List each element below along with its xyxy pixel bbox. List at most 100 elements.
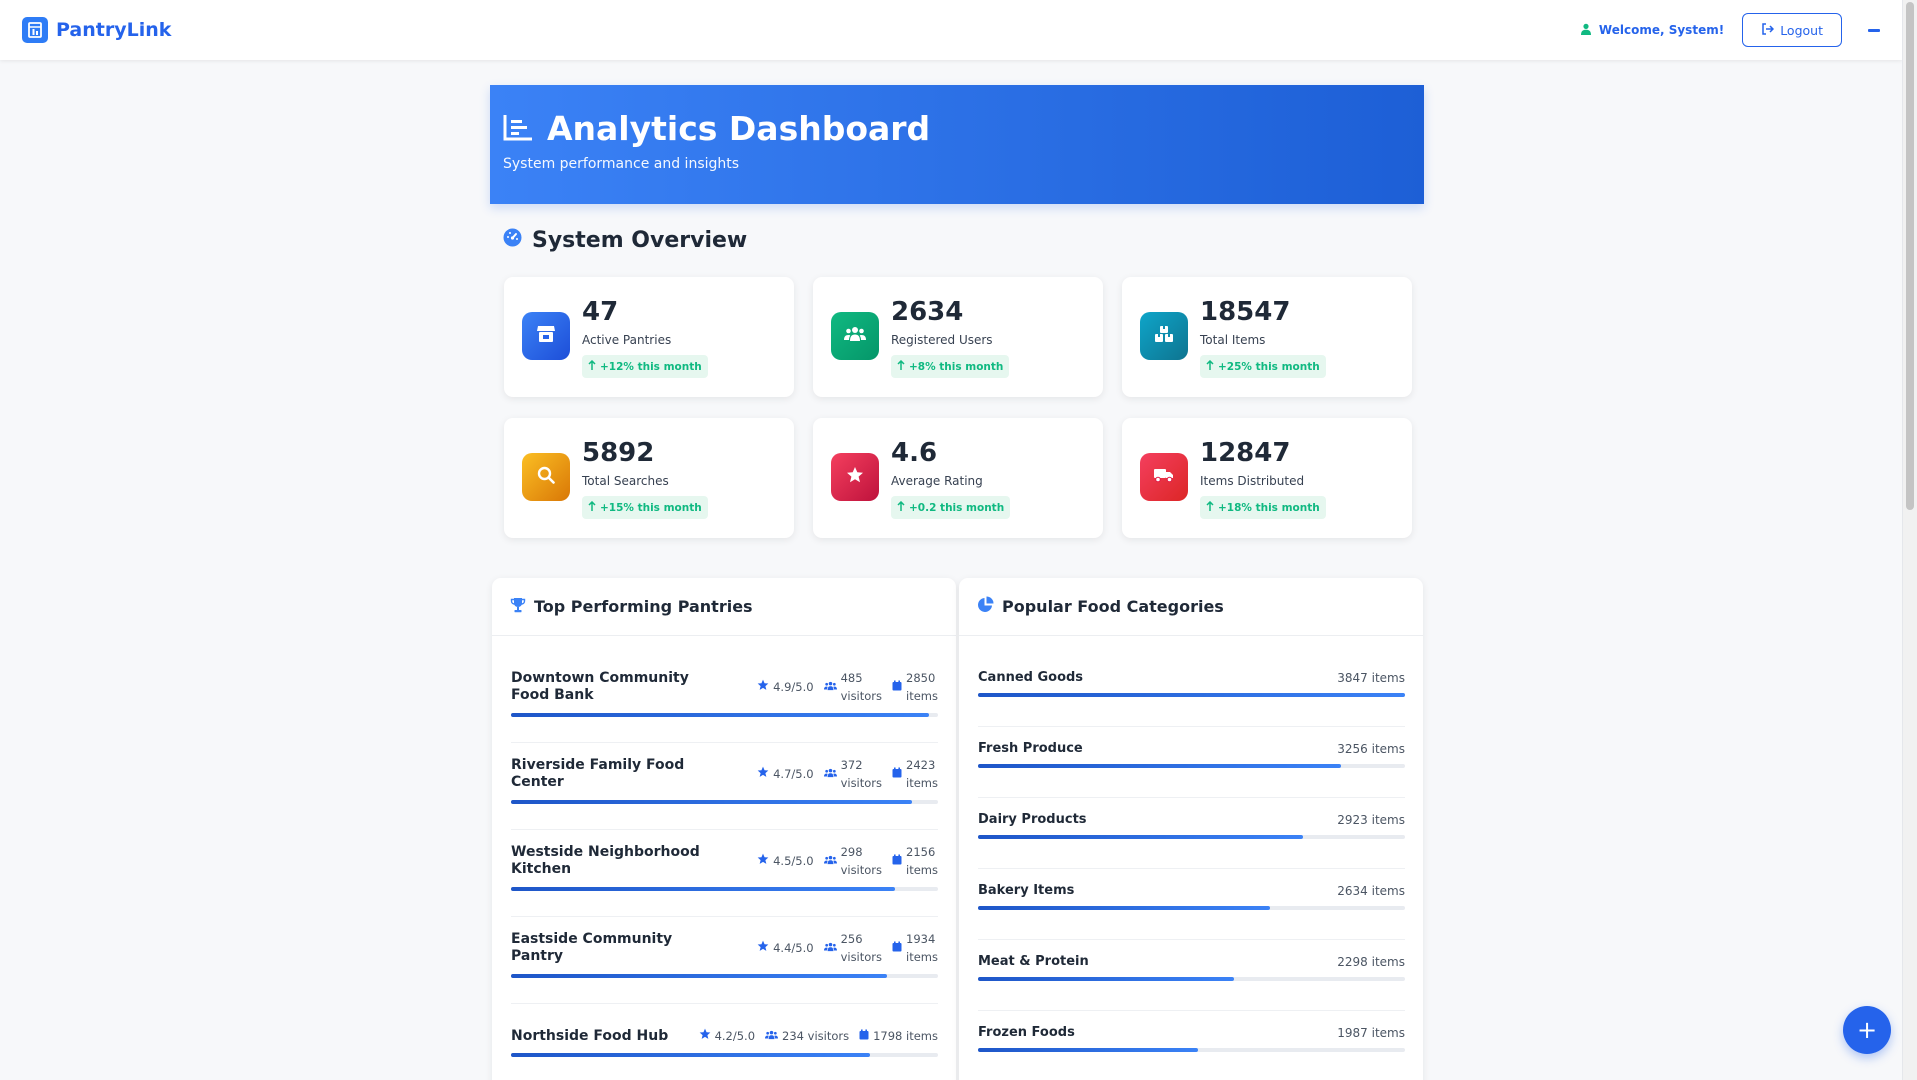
stat-label: Active Pantries [582,333,672,347]
pantry-items: 2423 items [892,756,938,792]
box-icon [892,678,902,696]
rating-value: 4.5/5.0 [773,854,814,868]
category-item[interactable]: Bakery Items 2634 items [978,869,1405,940]
stat-label: Total Items [1200,333,1266,347]
category-progress-bar [978,693,1405,697]
progress-fill [511,974,887,978]
stat-change-badge: +18% this month [1200,496,1326,519]
pantry-item[interactable]: Northside Food Hub 4.2/5.0 234 visitors [511,1004,938,1080]
category-item[interactable]: Fresh Produce 3256 items [978,727,1405,798]
pantry-progress-bar [511,713,938,717]
pantry-name: Northside Food Hub [511,1027,669,1044]
visitors-count: 234 visitors [782,1029,850,1043]
navbar: PantryLink Welcome, System! Logout [0,0,1902,60]
brand[interactable]: PantryLink [22,17,171,43]
stat-value: 12847 [1200,438,1291,468]
box-icon [892,939,902,957]
visitors-count: 256 [840,932,863,946]
stat-label: Average Rating [891,474,983,488]
stat-change-badge: +12% this month [582,355,708,378]
pantry-name: Westside Neighborhood Kitchen [511,844,700,877]
store-icon [536,325,556,347]
stat-icon-box [1140,312,1188,360]
welcome-message: Welcome, System! [1580,23,1724,38]
category-count: 2298 items [1337,954,1405,969]
stat-change: +15% this month [600,501,702,514]
pantry-progress-bar [511,887,938,891]
box-icon [859,1027,869,1045]
category-count: 1987 items [1337,1025,1405,1040]
menu-toggle-icon[interactable] [1868,28,1880,32]
truck-icon [1153,467,1175,487]
rating-value: 4.7/5.0 [773,767,814,781]
pantry-item[interactable]: Eastside Community Pantry 4.4/5.0 256 vi… [511,917,938,1004]
stat-icon-box [1140,453,1188,501]
pantry-item[interactable]: Westside Neighborhood Kitchen 4.5/5.0 29… [511,830,938,917]
food-categories-panel: Popular Food Categories Canned Goods 384… [959,578,1423,1080]
arrow-up-icon [588,500,596,514]
rating-value: 4.4/5.0 [773,941,814,955]
pantry-visitors: 298 visitors [823,843,883,879]
stats-grid: 47 Active Pantries +12% this month 2634 … [504,277,1412,538]
scrollbar-thumb[interactable] [1906,2,1914,510]
progress-fill [978,693,1405,697]
star-icon [846,466,864,488]
arrow-up-icon [1206,359,1214,373]
brand-name: PantryLink [56,19,172,41]
page-scrollbar[interactable] [1902,0,1917,1080]
arrow-up-icon [897,359,905,373]
progress-fill [511,800,913,804]
visitors-unit: visitors [840,776,883,790]
pantry-name: Riverside Family Food Center [511,757,685,790]
pantry-items: 1934 items [892,930,938,966]
stat-change: +8% this month [909,360,1004,373]
pantry-items: 1798 items [859,1027,938,1045]
pantry-item[interactable]: Downtown Community Food Bank 4.9/5.0 485 [511,656,938,743]
pantry-items: 2156 items [892,843,938,879]
visitors-unit: visitors [840,950,883,964]
category-name: Bakery Items [978,883,1075,898]
items-count: 2423 [906,758,936,772]
items-count: 1934 [906,932,936,946]
stat-change-badge: +25% this month [1200,355,1326,378]
panels-row: Top Performing Pantries Downtown Communi… [492,578,1424,1080]
pantry-progress-bar [511,1053,938,1057]
logout-button[interactable]: Logout [1742,13,1842,47]
main-content: Analytics Dashboard System performance a… [490,85,1424,1080]
stat-value: 4.6 [891,438,938,468]
items-count: 2850 [906,671,936,685]
category-item[interactable]: Meat & Protein 2298 items [978,940,1405,1011]
pantry-visitors: 234 visitors [765,1027,849,1045]
stat-change: +25% this month [1218,360,1320,373]
stat-icon-box [831,453,879,501]
logout-label: Logout [1780,22,1823,38]
stat-label: Total Searches [582,474,669,488]
progress-fill [978,764,1341,768]
plus-icon: + [1856,1016,1878,1044]
category-item[interactable]: Dairy Products 2923 items [978,798,1405,869]
category-item[interactable]: Frozen Foods 1987 items [978,1011,1405,1080]
panel-header: Popular Food Categories [959,578,1423,636]
box-icon [892,765,902,783]
welcome-text: Welcome, System! [1598,23,1725,37]
trophy-icon [510,597,526,617]
category-item[interactable]: Canned Goods 3847 items [978,656,1405,727]
users-icon [823,852,837,870]
stat-icon-box [522,312,570,360]
pantry-rating: 4.9/5.0 [757,678,814,696]
category-progress-bar [978,906,1405,910]
pantry-item[interactable]: Riverside Family Food Center 4.7/5.0 372 [511,743,938,830]
pantry-rating: 4.2/5.0 [699,1027,755,1045]
pantry-logo-icon [22,17,48,43]
items-unit: items [906,689,938,703]
arrow-up-icon [1206,500,1214,514]
stat-value: 47 [582,297,619,327]
stat-value: 2634 [891,297,964,327]
stat-card-registered-users: 2634 Registered Users +8% this month [813,277,1103,397]
pantry-list: Downtown Community Food Bank 4.9/5.0 485 [492,636,956,1080]
add-fab-button[interactable]: + [1843,1006,1891,1054]
progress-fill [978,1048,1198,1052]
visitors-unit: visitors [840,863,883,877]
stat-label: Items Distributed [1200,474,1305,488]
page-subtitle: System performance and insights [503,156,740,172]
